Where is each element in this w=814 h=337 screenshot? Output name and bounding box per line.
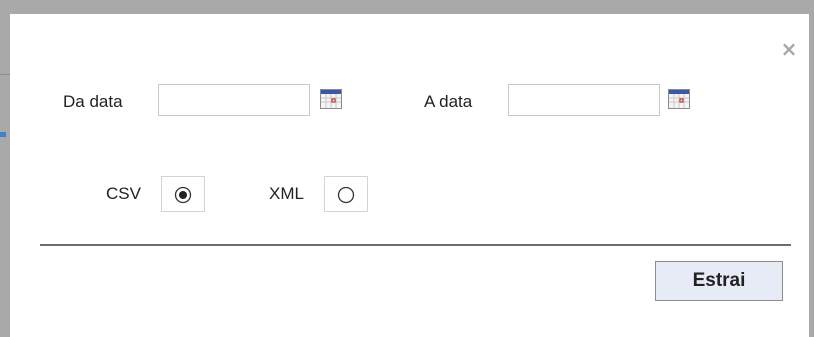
calendar-icon[interactable] [668, 89, 690, 109]
csv-radio[interactable] [161, 176, 205, 212]
background-left-bar [0, 14, 10, 337]
close-icon[interactable]: × [780, 39, 798, 59]
background-right-bar [809, 14, 814, 337]
divider [40, 244, 791, 246]
background-top-bar [0, 0, 814, 14]
from-date-label: Da data [63, 92, 123, 111]
xml-radio[interactable] [324, 176, 368, 212]
to-date-input[interactable] [508, 84, 660, 116]
export-dialog: × Da data A data CSV XML Estrai [10, 14, 809, 337]
xml-label: XML [269, 184, 304, 203]
to-date-label: A data [424, 92, 473, 111]
csv-label: CSV [106, 184, 141, 203]
background-accent [0, 132, 6, 137]
extract-button[interactable]: Estrai [655, 261, 783, 301]
background-divider [0, 74, 10, 75]
calendar-icon[interactable] [320, 89, 342, 109]
from-date-input[interactable] [158, 84, 310, 116]
